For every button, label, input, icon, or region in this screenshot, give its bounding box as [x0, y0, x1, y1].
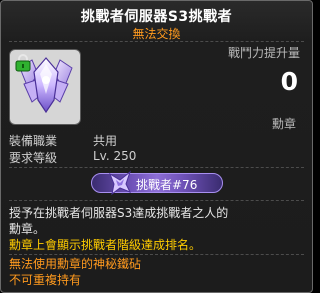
- job-value: 共用: [93, 134, 118, 148]
- item-name: 挑戰者伺服器S3挑戰者: [80, 9, 233, 25]
- green-lock-icon: [15, 54, 31, 72]
- item-category: 勳章: [271, 117, 296, 131]
- purple-wing-icon: [108, 170, 132, 196]
- divider: [9, 254, 304, 255]
- medal-nameplate: 挑戰者#76: [91, 170, 223, 196]
- divider: [9, 167, 304, 168]
- power-increase-value: 0: [280, 67, 298, 96]
- restriction-anvil: 無法使用勳章的神秘鐵砧: [9, 257, 142, 271]
- divider: [9, 41, 304, 42]
- item-icon-frame: [9, 49, 81, 125]
- job-label: 裝備職業: [9, 134, 58, 148]
- power-increase-label: 戰鬥力提升量: [227, 46, 300, 60]
- description-line: 勳章。: [9, 222, 46, 236]
- trade-status: 無法交換: [132, 27, 181, 41]
- level-label: 要求等級: [9, 151, 58, 165]
- medal-nameplate-text: 挑戰者#76: [136, 178, 198, 192]
- level-value: Lv. 250: [93, 149, 137, 163]
- rank-note: 勳章上會顯示挑戰者階級達成排名。: [9, 238, 202, 252]
- divider: [9, 200, 304, 201]
- description-line: 授予在挑戰者伺服器S3達成挑戰者之人的: [9, 206, 229, 220]
- item-tooltip: 挑戰者伺服器S3挑戰者 無法交換 戰鬥力提升量 0 勳章 裝備職業 共用 要求等…: [0, 0, 313, 293]
- restriction-unique: 不可重複持有: [9, 273, 82, 287]
